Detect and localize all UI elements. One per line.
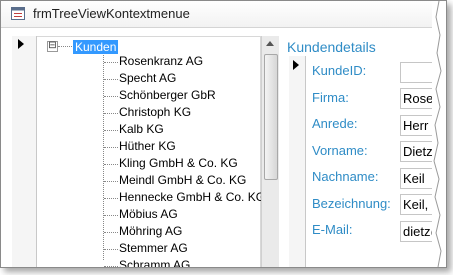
label-anrede: Anrede: xyxy=(312,116,358,131)
tree-node[interactable]: Möbius AG xyxy=(119,207,178,222)
customer-details-subform: Kundendetails KundeID: Firma: Rosenk Anr… xyxy=(279,36,446,267)
tree-node[interactable]: Hüther KG xyxy=(119,139,176,154)
title-bar: frmTreeViewKontextmenue xyxy=(1,1,446,28)
scroll-up-icon[interactable] xyxy=(266,41,274,46)
tree-node[interactable]: Schramm AG xyxy=(119,258,190,267)
torn-edge xyxy=(432,1,446,267)
tree-node[interactable]: Specht AG xyxy=(119,71,176,86)
tree-node[interactable]: Möhring AG xyxy=(119,224,182,239)
current-record-arrow-icon xyxy=(293,60,299,70)
form-icon xyxy=(11,7,25,20)
tree-scrollbar[interactable] xyxy=(261,36,279,267)
label-email: E-Mail: xyxy=(312,222,353,237)
current-record-arrow-icon xyxy=(18,39,24,49)
window-title: frmTreeViewKontextmenue xyxy=(33,6,190,21)
tree-root-kunden[interactable]: Kunden xyxy=(73,40,119,54)
label-firma: Firma: xyxy=(312,90,349,105)
tree-node[interactable]: Kalb KG xyxy=(119,122,164,137)
label-bezeichnung: Bezeichnung: xyxy=(312,196,391,211)
tree-node[interactable]: Meindl GmbH & Co. KG xyxy=(119,173,246,188)
label-nachname: Nachname: xyxy=(312,169,379,184)
tree-view[interactable]: ⊟ Kunden Rosenkranz AG Specht AG Schönbe… xyxy=(37,36,265,267)
record-selector[interactable] xyxy=(12,36,37,267)
scrollbar-thumb[interactable] xyxy=(264,54,278,180)
tree-node[interactable]: Stemmer AG xyxy=(119,241,188,256)
tree-node[interactable]: Schönberger GbR xyxy=(119,88,216,103)
tree-node[interactable]: Kling GmbH & Co. KG xyxy=(119,156,238,171)
subform-title: Kundendetails xyxy=(287,39,376,55)
tree-node[interactable]: Rosenkranz AG xyxy=(119,54,203,69)
tree-node[interactable]: Hennecke GmbH & Co. KG xyxy=(119,190,265,205)
form-window: frmTreeViewKontextmenue ⊟ Kunden Rosenkr… xyxy=(0,0,447,268)
tree-node[interactable]: Christoph KG xyxy=(119,105,191,120)
subform-record-selector[interactable] xyxy=(289,56,306,267)
collapse-icon[interactable]: ⊟ xyxy=(47,41,58,52)
label-kundeid: KundeID: xyxy=(312,63,367,78)
label-vorname: Vorname: xyxy=(312,143,368,158)
